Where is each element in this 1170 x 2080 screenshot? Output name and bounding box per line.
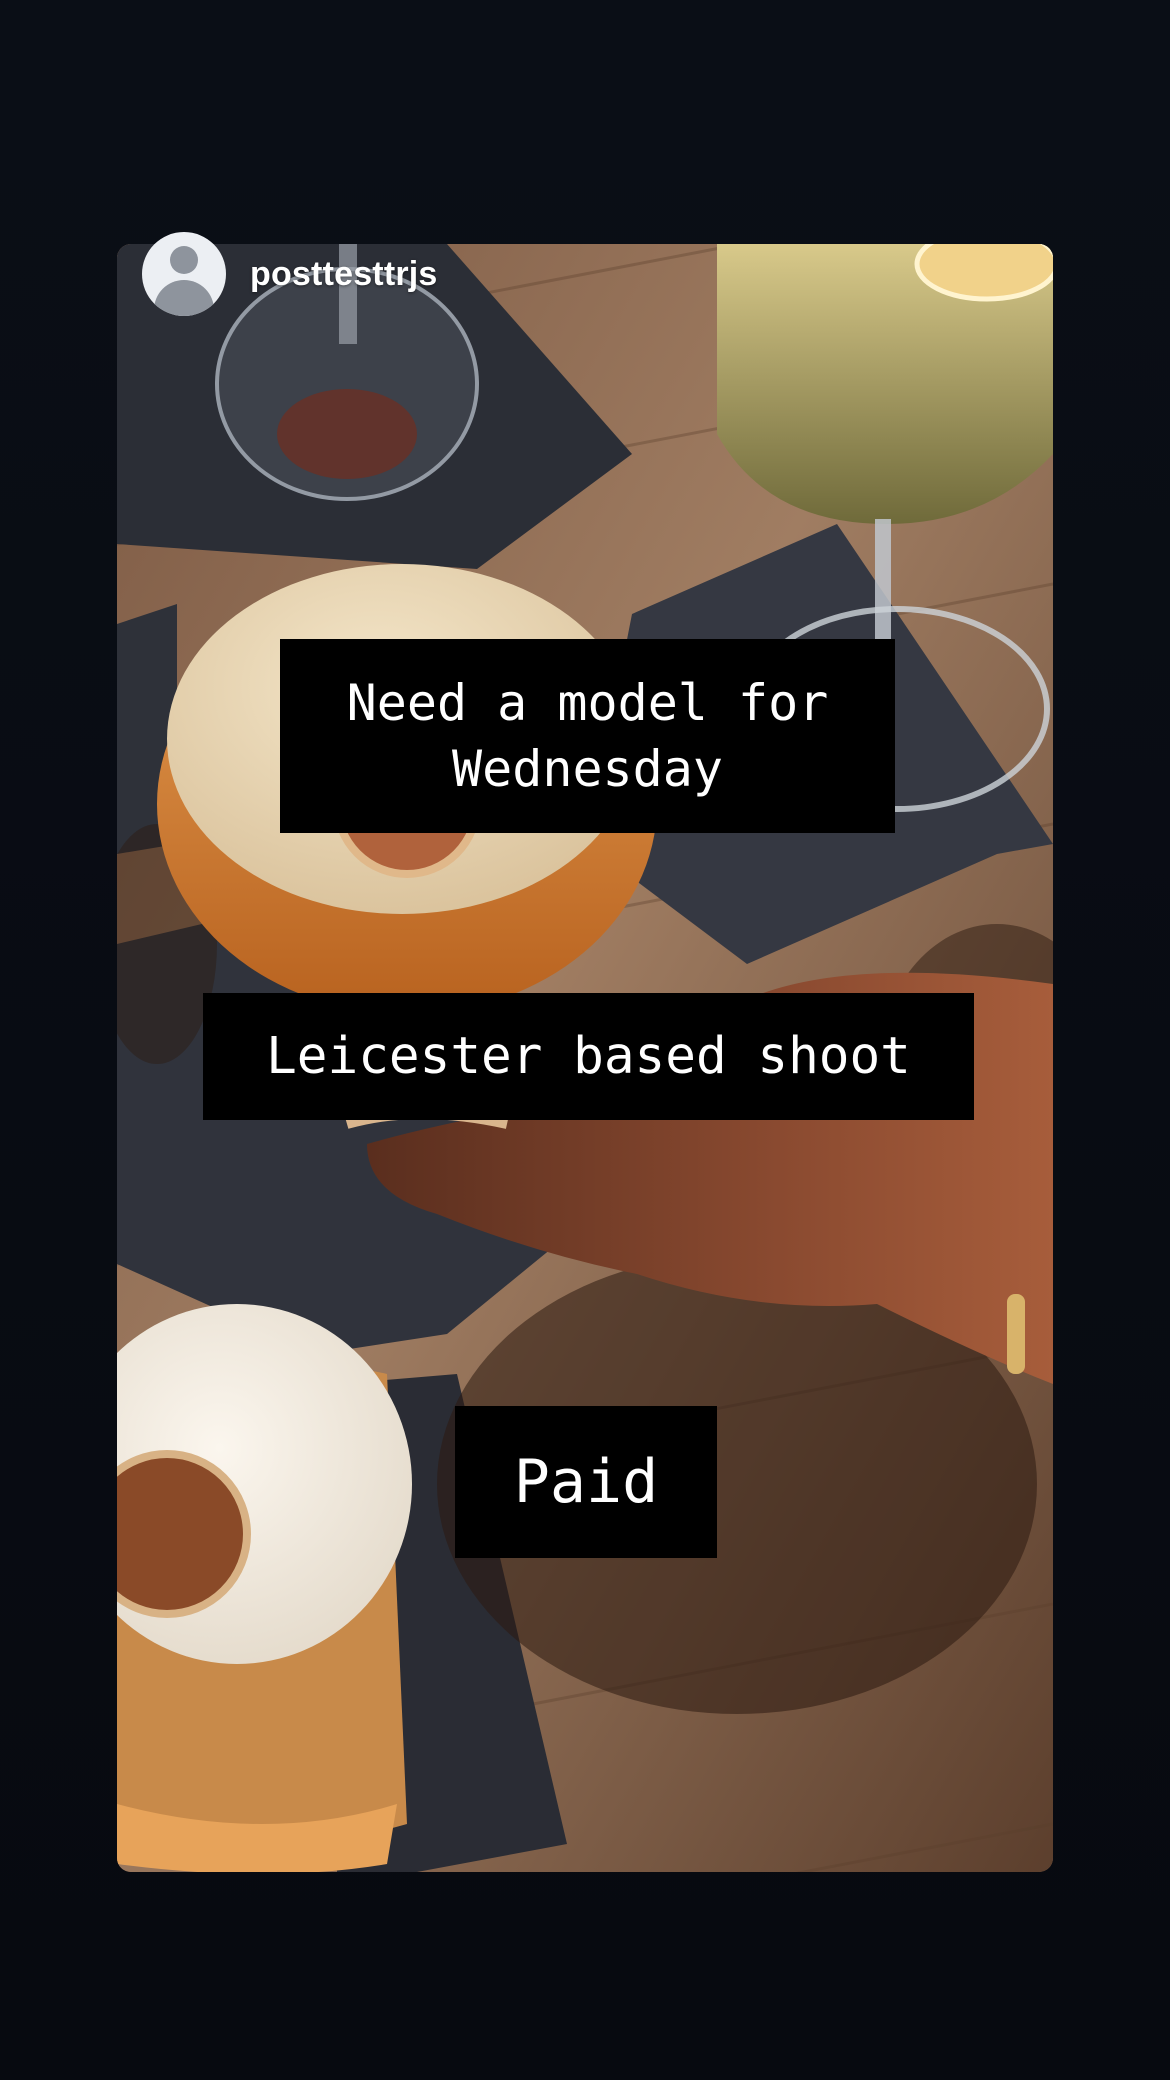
avatar-head-shape	[170, 246, 198, 274]
default-user-avatar-icon[interactable]	[142, 232, 226, 316]
caption-text-3: Paid	[455, 1406, 717, 1558]
caption-text-1: Need a model for Wednesday	[280, 639, 895, 833]
username-label[interactable]: posttesttrjs	[250, 255, 438, 294]
avatar-body-shape	[154, 280, 214, 316]
story-header[interactable]: posttesttrjs	[142, 232, 438, 316]
caption-text-2: Leicester based shoot	[203, 993, 974, 1120]
story-viewer: posttesttrjs Need a model for Wednesday …	[0, 0, 1170, 2080]
